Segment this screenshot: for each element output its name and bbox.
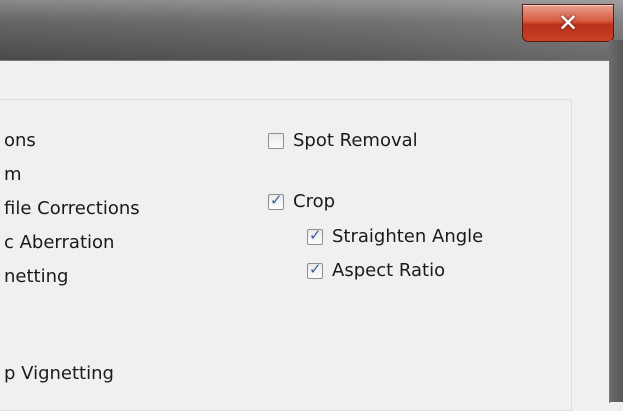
close-button[interactable]: ✕ [522,4,614,42]
crop-checkbox[interactable]: Crop [268,191,335,212]
crop-label: Crop [293,191,336,212]
left-item-profile-corrections[interactable]: file Corrections [4,198,140,219]
left-item-m[interactable]: m [4,164,22,185]
checkbox-box[interactable] [307,260,323,279]
spot-removal-checkbox[interactable]: Spot Removal [268,130,418,151]
left-item-label: p Vignetting [4,363,114,384]
checkbox-box[interactable] [268,132,284,149]
left-item-label: ons [4,130,36,151]
checkbox-box[interactable] [268,191,284,210]
left-item-label: c Aberration [4,232,115,253]
aspect-ratio-checkbox[interactable]: Aspect Ratio [307,260,445,281]
left-item-label: m [4,164,22,185]
left-item-label: file Corrections [4,198,140,219]
left-item-label: netting [4,266,69,287]
spot-removal-label: Spot Removal [293,130,418,151]
checkbox-box[interactable] [307,226,323,245]
straighten-angle-label: Straighten Angle [332,226,484,247]
straighten-angle-checkbox[interactable]: Straighten Angle [307,226,483,247]
left-item-options[interactable]: ons [4,130,36,151]
dialog-client-area: ons m file Corrections c Aberration nett… [0,60,610,411]
window-frame-right [609,40,623,402]
aspect-ratio-label: Aspect Ratio [332,260,446,281]
close-icon: ✕ [557,9,579,37]
left-item-crop-vignetting[interactable]: p Vignetting [4,363,114,384]
left-item-vignetting[interactable]: netting [4,266,68,287]
left-item-chromatic-aberration[interactable]: c Aberration [4,232,114,253]
